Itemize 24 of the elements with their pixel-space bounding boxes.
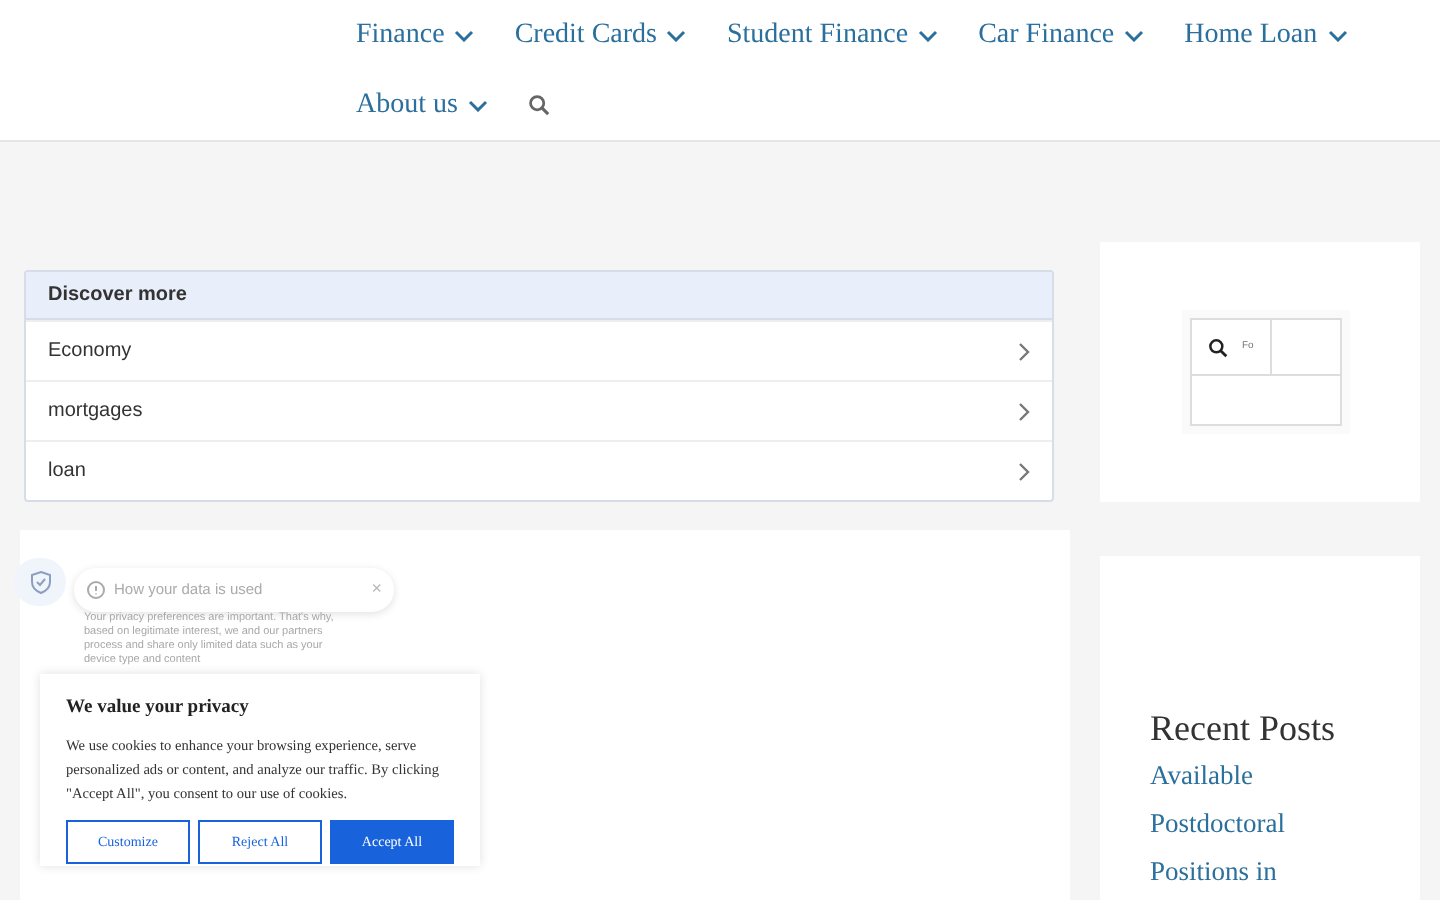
- chevron-right-icon: [1018, 461, 1030, 481]
- chevron-down-icon: [1327, 29, 1348, 41]
- discover-item[interactable]: Economy: [26, 320, 1052, 380]
- discover-title: Discover more: [26, 272, 1052, 320]
- chevron-down-icon: [1124, 29, 1145, 41]
- cookie-title: We value your privacy: [66, 696, 251, 722]
- nav-link[interactable]: Car Finance: [978, 0, 1145, 70]
- nav-link[interactable]: About us: [356, 70, 488, 140]
- chevron-down-icon: [918, 29, 939, 41]
- nav-link[interactable]: Home Loan: [1184, 0, 1348, 70]
- nav-link[interactable]: Credit Cards: [514, 0, 687, 70]
- discover-item[interactable]: loan: [26, 440, 1052, 500]
- chevron-down-icon: [454, 29, 475, 41]
- discover-item[interactable]: mortgages: [26, 380, 1052, 440]
- search-icon[interactable]: [1208, 337, 1228, 357]
- post-link[interactable]: Available Postdoctoral Positions in: [1150, 752, 1370, 896]
- nav-link[interactable]: Finance: [356, 0, 475, 70]
- sidebar-heading: Recent Posts: [1150, 706, 1337, 752]
- nav-link[interactable]: Student Finance: [726, 0, 939, 70]
- chevron-right-icon: [1018, 341, 1030, 361]
- chevron-down-icon: [666, 29, 687, 41]
- chevron-right-icon: [1018, 401, 1030, 421]
- shield-icon: [29, 570, 51, 594]
- chevron-down-icon: [467, 99, 488, 111]
